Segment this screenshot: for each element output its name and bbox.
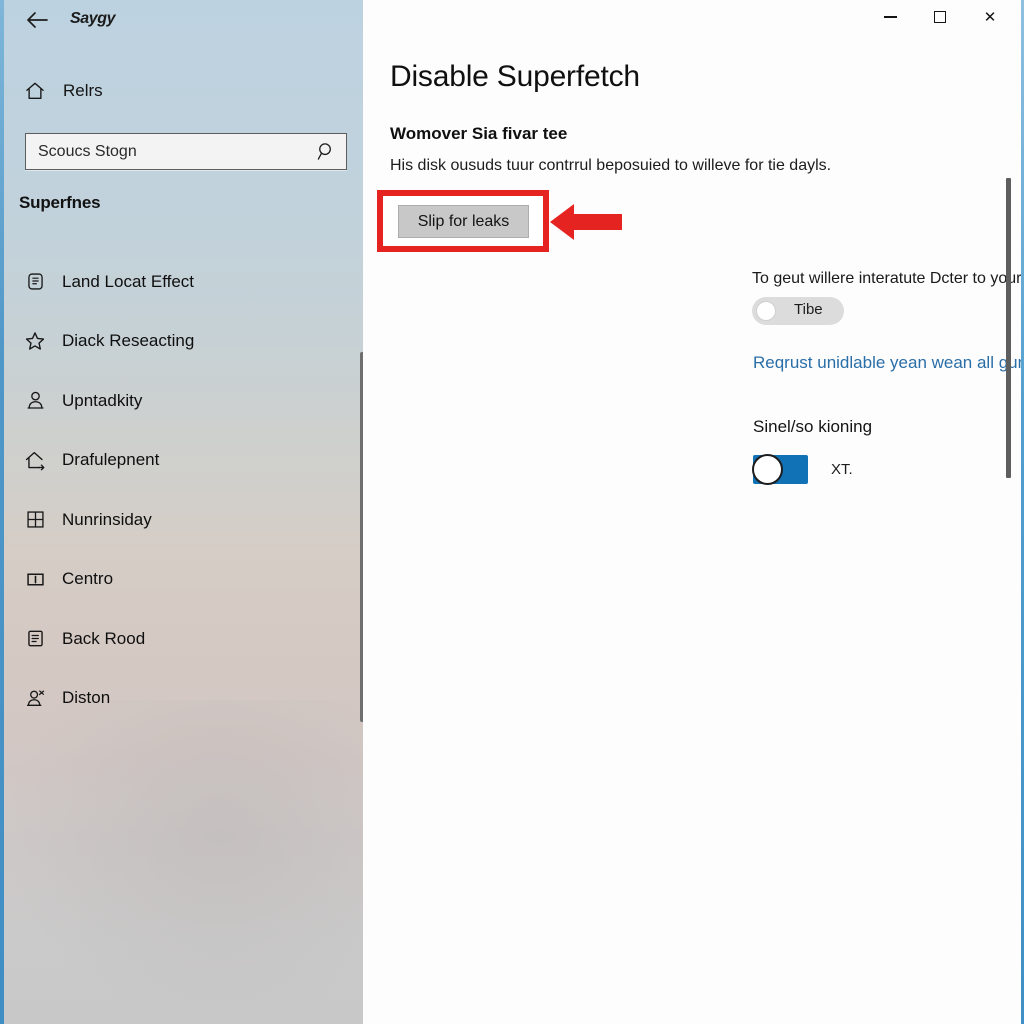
page-title: Disable Superfetch	[390, 60, 640, 93]
person-icon	[18, 390, 52, 411]
window-controls: ✕	[865, 0, 1015, 34]
toggle-sinel[interactable]: XT.	[752, 454, 853, 485]
search-input-value: Scoucs Stogn	[38, 142, 137, 160]
toggle-sinel-track[interactable]	[752, 454, 808, 485]
panel-icon	[18, 569, 52, 590]
star-icon	[18, 330, 52, 352]
section-description: His disk ousuds tuur contrrul beposuied …	[390, 157, 832, 174]
sidebar-item-diston[interactable]: Diston	[4, 669, 363, 729]
search-icon[interactable]	[306, 142, 346, 161]
sidebar-item-label: Back Rood	[62, 628, 146, 648]
grid-icon	[18, 509, 52, 530]
sidebar-item-home-label: Relrs	[63, 81, 103, 100]
main-content: ✕ Disable Superfetch Womover Sia fivar t…	[363, 0, 1021, 1024]
sidebar-nav-list: Land Locat Effect Diack Reseacting Upnta…	[4, 252, 363, 728]
sidebar-item-label: Nunrinsiday	[62, 509, 152, 529]
sidebar-item-label: Diston	[62, 688, 111, 708]
sidebar-group-header: Superfnes	[19, 193, 101, 212]
sub-description: To geut willere interatute Dcter to your…	[752, 270, 1021, 287]
sidebar-background-blur	[4, 700, 363, 1024]
toggle-sinel-label: XT.	[831, 461, 853, 478]
sidebar-item-label: Diack Reseacting	[62, 331, 195, 351]
sidebar-item-label: Drafulepnent	[62, 450, 160, 470]
person-share-icon	[18, 688, 52, 709]
sidebar-item-land-locat-effect[interactable]: Land Locat Effect	[4, 252, 363, 312]
maximize-icon	[934, 11, 946, 23]
toggle-tibe-track[interactable]: Tibe	[752, 297, 844, 325]
callout-arrow-icon	[548, 198, 624, 246]
sidebar-item-back-rood[interactable]: Back Rood	[4, 609, 363, 669]
close-button[interactable]: ✕	[965, 0, 1015, 34]
home-upload-icon	[18, 449, 52, 471]
sidebar-item-label: Upntadkity	[62, 390, 143, 410]
sidebar-item-diack-reseacting[interactable]: Diack Reseacting	[4, 312, 363, 372]
sidebar: Saygy Relrs Scoucs Stogn Superfnes Land …	[4, 0, 363, 1024]
section-heading: Womover Sia fivar tee	[390, 124, 568, 143]
window-left-border	[0, 0, 4, 1024]
main-scrollbar-thumb[interactable]	[1006, 178, 1011, 478]
search-input[interactable]: Scoucs Stogn	[25, 133, 347, 170]
badge-icon	[18, 271, 52, 292]
action-button[interactable]: Slip for leaks	[398, 205, 529, 238]
sub-heading: Sinel/so kioning	[753, 417, 873, 436]
sidebar-item-label: Land Locat Effect	[62, 271, 195, 291]
app-window: Saygy Relrs Scoucs Stogn Superfnes Land …	[0, 0, 1024, 1024]
home-icon	[16, 80, 54, 102]
toggle-tibe-label: Tibe	[794, 301, 823, 318]
sidebar-item-home[interactable]: Relrs	[16, 71, 346, 111]
minimize-icon	[883, 16, 897, 18]
document-icon	[18, 628, 52, 649]
toggle-tibe-knob	[756, 301, 776, 321]
sidebar-item-upntadkity[interactable]: Upntadkity	[4, 371, 363, 431]
sidebar-item-label: Centro	[62, 569, 114, 589]
back-arrow-icon[interactable]	[14, 0, 60, 40]
sidebar-item-nunrinsiday[interactable]: Nunrinsiday	[4, 490, 363, 550]
toggle-sinel-knob	[752, 454, 783, 485]
minimize-button[interactable]	[865, 0, 915, 34]
help-link[interactable]: Reqrust unidlable yean wean all gume	[753, 353, 1021, 373]
close-icon: ✕	[983, 9, 997, 26]
sidebar-item-centro[interactable]: Centro	[4, 550, 363, 610]
toggle-tibe[interactable]: Tibe	[752, 297, 844, 325]
window-title: Saygy	[70, 10, 116, 27]
sidebar-item-drafulepnent[interactable]: Drafulepnent	[4, 431, 363, 491]
maximize-button[interactable]	[915, 0, 965, 34]
